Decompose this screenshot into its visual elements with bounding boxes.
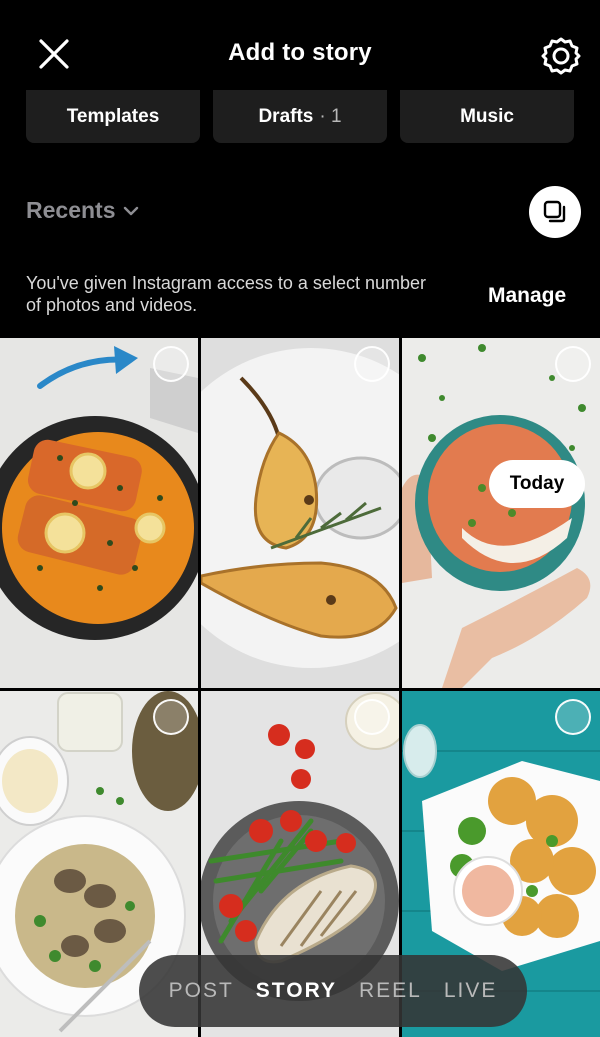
page-title: Add to story <box>228 39 372 66</box>
select-circle[interactable] <box>555 699 591 735</box>
select-circle[interactable] <box>354 346 390 382</box>
templates-label: Templates <box>66 105 160 127</box>
music-chip[interactable]: Music <box>400 90 574 143</box>
album-label: Recents <box>26 197 116 223</box>
mode-post[interactable]: POST <box>169 979 234 1003</box>
today-badge: Today <box>489 460 585 508</box>
rice-bowl-image <box>402 338 600 688</box>
multi-select-button[interactable] <box>529 186 581 238</box>
photo-grid: Today <box>0 338 600 1037</box>
mode-live[interactable]: LIVE <box>444 979 498 1003</box>
manage-button[interactable]: Manage <box>488 284 566 308</box>
drafts-chip[interactable]: Drafts · 1 <box>213 90 387 143</box>
access-notice: You've given Instagram access to a selec… <box>26 273 426 315</box>
gear-icon <box>541 37 581 75</box>
mode-reel[interactable]: REEL <box>359 979 422 1003</box>
mode-story[interactable]: STORY <box>256 979 337 1003</box>
drafts-label: Drafts <box>258 105 314 127</box>
mode-switcher: POST STORY REEL LIVE <box>139 955 527 1027</box>
salmon-curry-image <box>0 338 198 688</box>
story-tools-row: Templates Drafts · 1 Music <box>26 90 574 144</box>
photo-thumbnail-roasted-pears[interactable] <box>201 338 399 688</box>
music-label: Music <box>460 105 514 127</box>
drafts-count: · 1 <box>319 105 342 127</box>
settings-button[interactable] <box>541 36 581 76</box>
album-selector[interactable]: Recents <box>26 197 139 224</box>
templates-chip[interactable]: Templates <box>26 90 200 143</box>
roasted-pears-image <box>201 338 399 688</box>
chevron-down-icon <box>124 206 139 215</box>
select-circle[interactable] <box>153 699 189 735</box>
select-circle[interactable] <box>354 699 390 735</box>
photo-thumbnail-rice-bowl[interactable]: Today <box>402 338 600 688</box>
multi-select-icon <box>543 200 566 223</box>
top-bar: Add to story <box>0 0 600 90</box>
select-circle[interactable] <box>555 346 591 382</box>
select-circle[interactable] <box>153 346 189 382</box>
photo-thumbnail-salmon-curry[interactable] <box>0 338 198 688</box>
